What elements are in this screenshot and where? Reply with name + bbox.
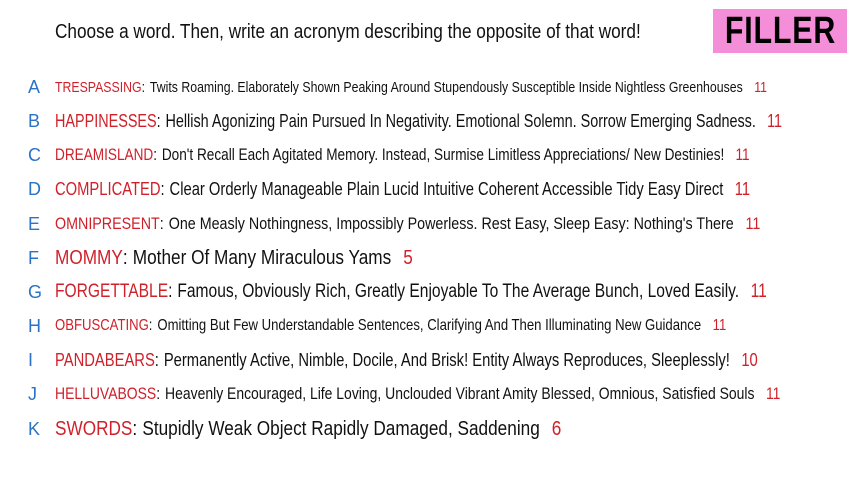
letter-count: 5 [403, 246, 413, 269]
word-separator: : [132, 417, 138, 440]
chosen-word: OMNIPRESENT [55, 214, 160, 233]
letter-count: 11 [712, 317, 727, 334]
acronym-row: K SWORDS: Stupidly Weak Object Rapidly Dam… [0, 412, 853, 446]
acronym-text: Hellish Agonizing Pain Pursued In Negati… [165, 110, 756, 131]
acronym-row: C DREAMISLAND: Don't Recall Each Agitated … [0, 138, 853, 172]
row-line: COMPLICATED: Clear Orderly Manageable Pla… [55, 179, 750, 200]
row-line: DREAMISLAND: Don't Recall Each Agitated M… [55, 145, 750, 165]
letter-count: 11 [735, 145, 750, 164]
row-letter: G [28, 281, 43, 302]
word-separator: : [153, 145, 158, 164]
chosen-word: HELLUVABOSS [55, 384, 157, 403]
letter-count: 11 [745, 214, 761, 233]
acronym-row: J HELLUVABOSS: Heavenly Encouraged, Life L… [0, 377, 853, 411]
acronym-text: Permanently Active, Nimble, Docile, And … [163, 349, 730, 370]
acronym-row: H OBFUSCATING: Omitting But Few Understand… [0, 309, 853, 343]
row-letter: C [28, 144, 41, 165]
row-line: MOMMY: Mother Of Many Miraculous Yams 5 [55, 247, 413, 270]
chosen-word: HAPPINESSES [55, 110, 157, 131]
row-letter: F [28, 247, 39, 268]
chosen-word: PANDABEARS [55, 349, 155, 370]
chosen-word: FORGETTABLE [55, 281, 169, 302]
acronym-row: B HAPPINESSES: Hellish Agonizing Pain Purs… [0, 104, 853, 138]
acronym-text: Heavenly Encouraged, Life Loving, Unclou… [165, 384, 755, 403]
word-separator: : [148, 317, 153, 334]
row-line: PANDABEARS: Permanently Active, Nimble, D… [55, 350, 758, 371]
acronym-text: Famous, Obviously Rich, Greatly Enjoyabl… [177, 281, 740, 302]
chosen-word: MOMMY [55, 246, 123, 269]
row-letter: A [28, 76, 41, 97]
letter-count: 11 [765, 384, 781, 403]
filler-badge-label: FILLER [724, 9, 836, 52]
acronym-row: G FORGETTABLE: Famous, Obviously Rich, Gre… [0, 275, 853, 309]
word-separator: : [141, 78, 146, 96]
acronym-row: E OMNIPRESENT: One Measly Nothingness, Imp… [0, 207, 853, 241]
acronym-row: A TRESPASSING: Twits Roaming. Elaborately … [0, 70, 853, 104]
row-letter: K [28, 418, 41, 439]
word-separator: : [156, 110, 161, 131]
word-separator: : [122, 246, 128, 269]
acronym-text: One Measly Nothingness, Impossibly Power… [168, 214, 734, 233]
acronym-text: Stupidly Weak Object Rapidly Damaged, Sa… [142, 417, 540, 440]
letter-count: 11 [734, 178, 751, 199]
chosen-word: DREAMISLAND [55, 145, 154, 164]
row-line: FORGETTABLE: Famous, Obviously Rich, Grea… [55, 281, 767, 303]
row-letter: I [28, 349, 34, 370]
row-line: SWORDS: Stupidly Weak Object Rapidly Dama… [55, 418, 561, 441]
word-separator: : [168, 281, 173, 302]
letter-count: 10 [741, 349, 758, 370]
acronym-text: Omitting But Few Understandable Sentence… [157, 317, 702, 334]
row-line: HELLUVABOSS: Heavenly Encouraged, Life Lo… [55, 384, 780, 404]
acronym-text: Don't Recall Each Agitated Memory. Inste… [161, 145, 725, 164]
row-letter: D [28, 178, 41, 199]
row-letter: B [28, 110, 41, 131]
letter-count: 11 [754, 78, 767, 96]
row-line: HAPPINESSES: Hellish Agonizing Pain Pursu… [55, 111, 782, 132]
chosen-word: COMPLICATED [55, 178, 161, 199]
acronym-text: Mother Of Many Miraculous Yams [132, 246, 392, 269]
word-separator: : [154, 349, 159, 370]
prompt-text: Choose a word. Then, write an acronym de… [55, 21, 641, 43]
acronym-row: F MOMMY: Mother Of Many Miraculous Yams 5 [0, 241, 853, 275]
row-letter: J [28, 383, 37, 404]
word-separator: : [156, 384, 161, 403]
chosen-word: OBFUSCATING [55, 317, 149, 334]
chosen-word: TRESPASSING [55, 78, 142, 96]
acronym-text: Twits Roaming. Elaborately Shown Peaking… [149, 78, 743, 96]
row-letter: E [28, 213, 41, 234]
row-letter: H [28, 315, 41, 336]
letter-count: 11 [750, 281, 767, 302]
row-line: OMNIPRESENT: One Measly Nothingness, Impo… [55, 214, 760, 234]
word-separator: : [160, 178, 165, 199]
acronym-row: I PANDABEARS: Permanently Active, Nimble, … [0, 343, 853, 377]
row-line: TRESPASSING: Twits Roaming. Elaborately S… [55, 79, 767, 96]
acronym-text: Clear Orderly Manageable Plain Lucid Int… [169, 178, 724, 199]
word-separator: : [159, 214, 164, 233]
letter-count: 6 [551, 417, 562, 440]
acronym-row: D COMPLICATED: Clear Orderly Manageable Pl… [0, 172, 853, 206]
letter-count: 11 [767, 110, 783, 131]
chosen-word: SWORDS [55, 417, 133, 440]
row-line: OBFUSCATING: Omitting But Few Understanda… [55, 317, 726, 335]
filler-badge: FILLER [713, 9, 847, 53]
